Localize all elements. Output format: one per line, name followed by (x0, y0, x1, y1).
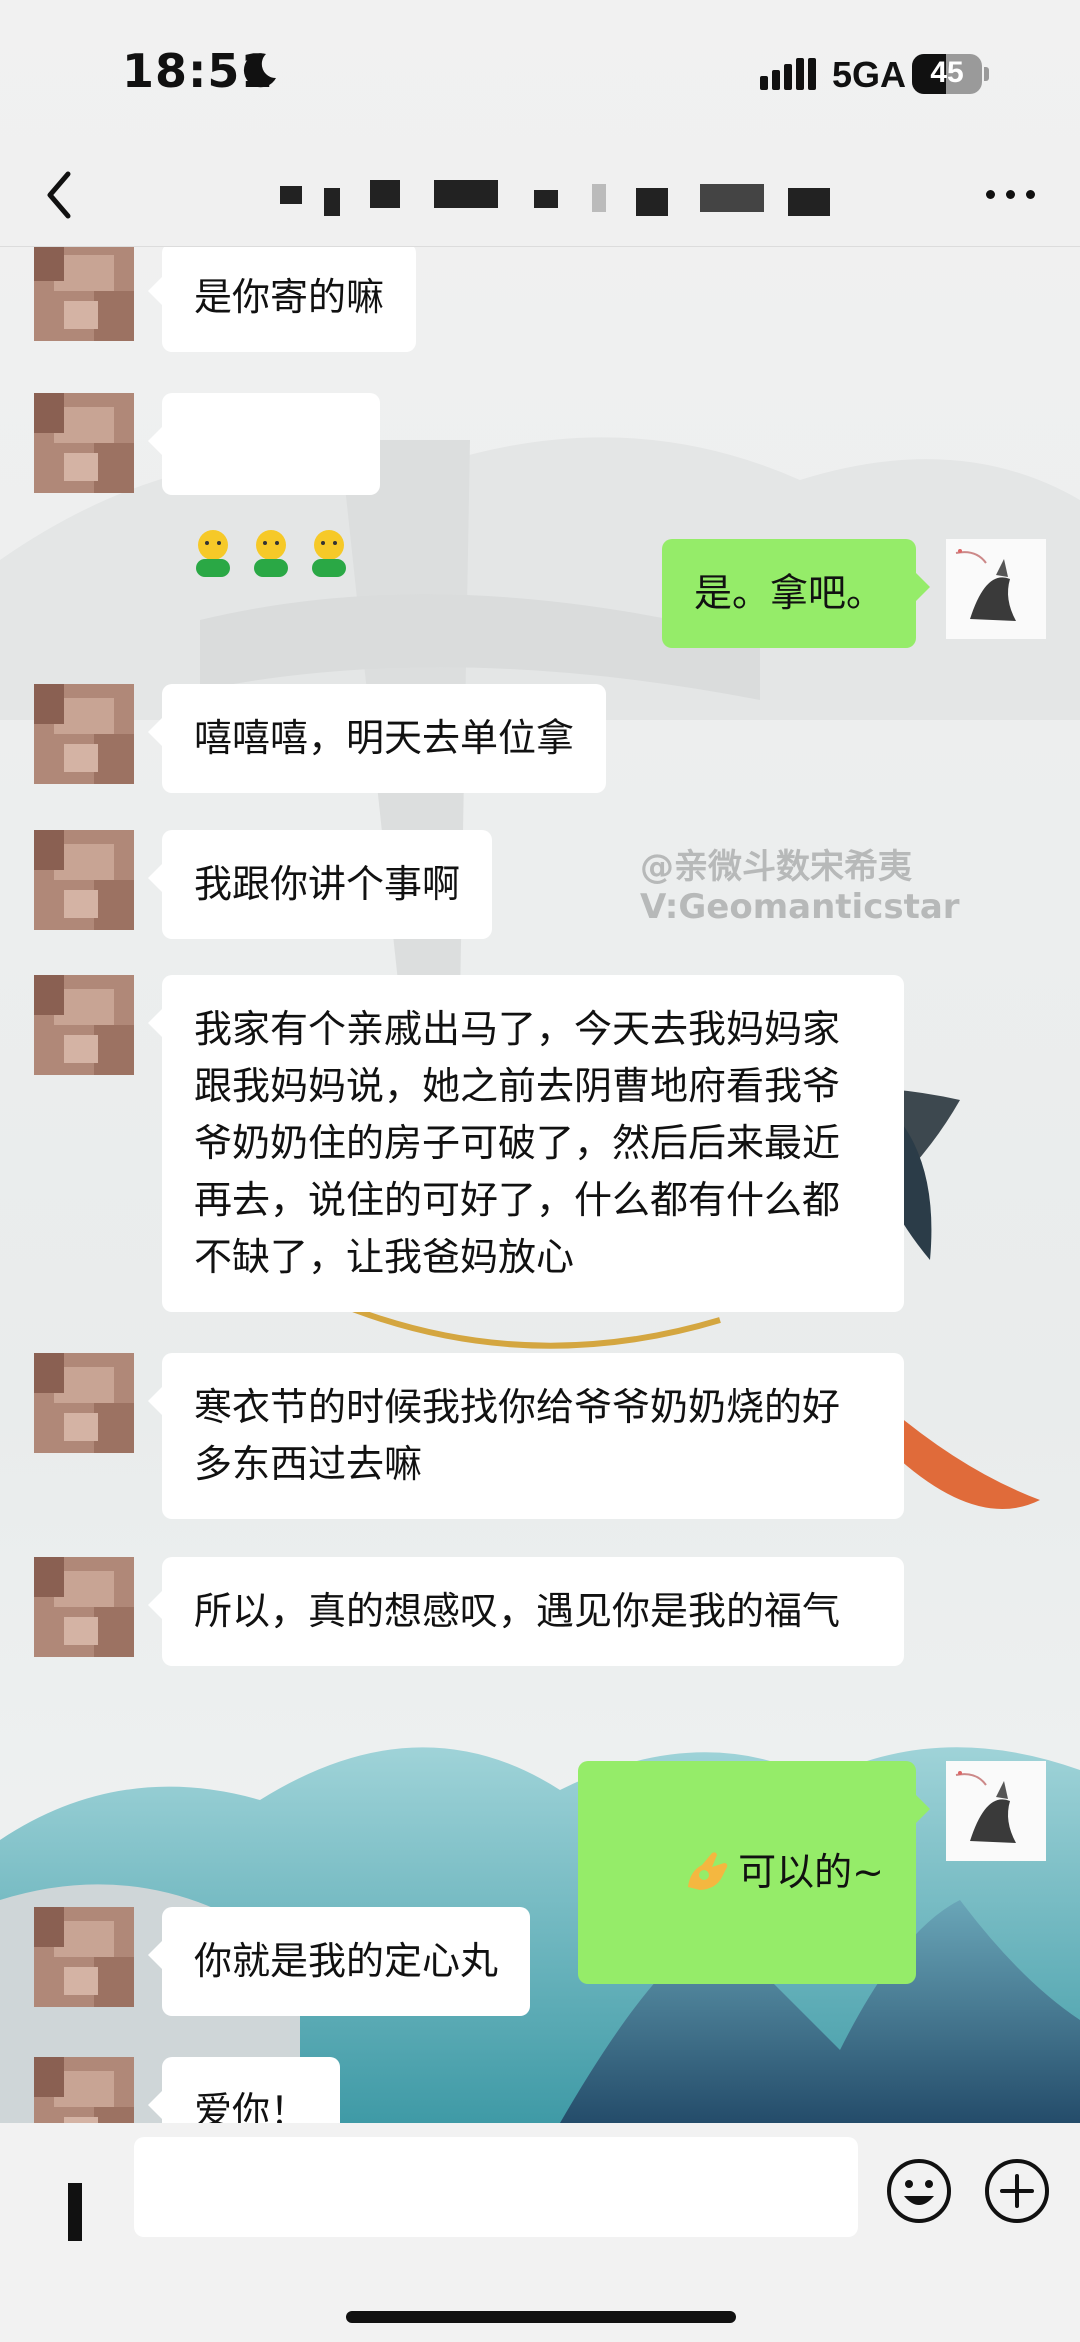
status-bar: 18:51 5GA 45 (0, 0, 1080, 140)
ok-hand-icon (688, 1852, 728, 1890)
contact-avatar[interactable] (34, 975, 134, 1075)
battery-icon: 45 (912, 54, 989, 94)
message-bubble-incoming[interactable]: 我家有个亲戚出马了，今天去我妈妈家跟我妈妈说，她之前去阴曹地府看我爷爷奶奶住的房… (148, 975, 904, 1312)
message-bubble-incoming-emoji[interactable] (148, 393, 380, 577)
message-bubble-incoming[interactable]: 爱你！ (147, 2057, 341, 2123)
contact-avatar[interactable] (34, 247, 134, 341)
smiling-person-emoji-icon (254, 530, 288, 577)
input-bar (0, 2123, 1080, 2342)
message-bubble-incoming[interactable]: 嘻嘻嘻，明天去单位拿 (147, 684, 607, 793)
battery-level: 45 (930, 56, 964, 89)
chat-header (0, 140, 1080, 247)
smiling-person-emoji-icon (312, 530, 346, 577)
contact-avatar[interactable] (34, 684, 134, 784)
home-indicator[interactable] (346, 2311, 736, 2323)
message-bubble-outgoing[interactable]: 可以的~ (577, 1761, 931, 1984)
chat-title-obscured (280, 180, 840, 216)
my-avatar[interactable] (946, 539, 1046, 639)
watermark: @亲微斗数宋希夷 V:Geomanticstar (640, 847, 960, 927)
watermark-line1: @亲微斗数宋希夷 (640, 847, 912, 887)
network-type: 5GA (832, 54, 907, 95)
message-bubble-incoming[interactable]: 是你寄的嘛 (147, 247, 417, 352)
message-bubble-incoming[interactable]: 你就是我的定心丸 (147, 1907, 531, 2016)
do-not-disturb-moon-icon (243, 53, 276, 88)
cellular-signal-icon (760, 58, 816, 90)
my-avatar[interactable] (946, 1761, 1046, 1861)
contact-avatar[interactable] (34, 1557, 134, 1657)
contact-avatar[interactable] (34, 2057, 134, 2123)
voice-input-icon[interactable] (60, 2183, 90, 2241)
message-list[interactable]: 是你寄的嘛 是。拿吧。 嘻嘻嘻，明天去单位拿 我跟你讲个事啊 我家有个亲戚出马了… (0, 247, 1080, 2123)
contact-avatar[interactable] (34, 1907, 134, 2007)
message-bubble-outgoing[interactable]: 是。拿吧。 (661, 539, 931, 648)
back-arrow-icon[interactable] (30, 160, 90, 230)
message-text: 可以的~ (738, 1850, 884, 1894)
message-input[interactable] (134, 2137, 858, 2237)
message-bubble-incoming[interactable]: 所以，真的想感叹，遇见你是我的福气 (148, 1557, 904, 1666)
more-options-icon[interactable] (976, 170, 1046, 220)
plus-icon[interactable] (982, 2156, 1052, 2226)
contact-avatar[interactable] (34, 830, 134, 930)
contact-avatar[interactable] (34, 393, 134, 493)
contact-avatar[interactable] (34, 1353, 134, 1453)
smiling-person-emoji-icon (196, 530, 230, 577)
message-bubble-incoming[interactable]: 寒衣节的时候我找你给爷爷奶奶烧的好多东西过去嘛 (148, 1353, 904, 1519)
watermark-line2: V:Geomanticstar (640, 887, 960, 927)
message-bubble-incoming[interactable]: 我跟你讲个事啊 (147, 830, 493, 939)
emoji-icon[interactable] (884, 2156, 954, 2226)
